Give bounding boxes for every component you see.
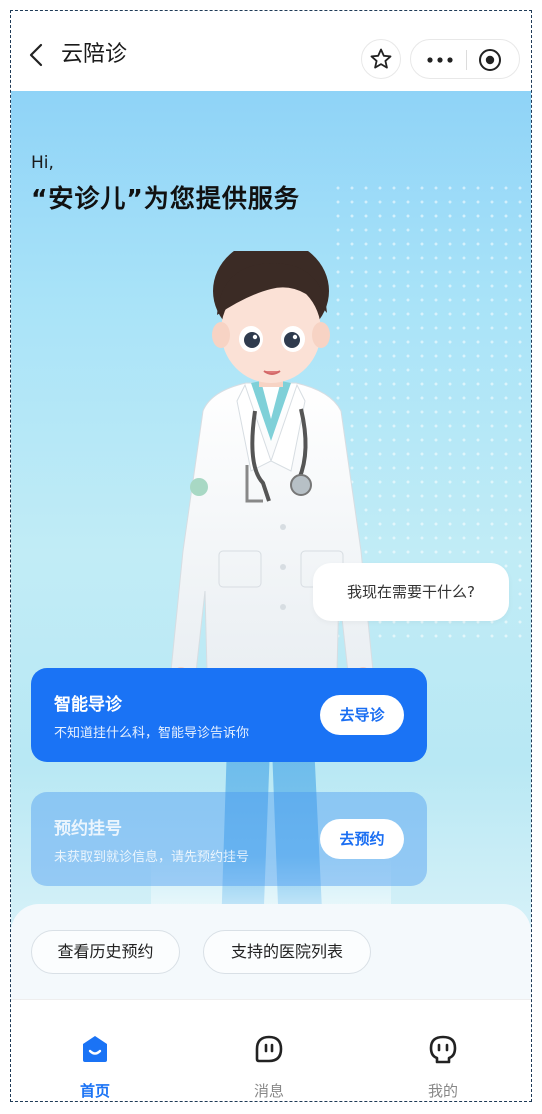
speech-bubble: 我现在需要干什么?	[313, 563, 509, 621]
target-circle-icon[interactable]	[478, 48, 502, 72]
smart-guide-card[interactable]: 智能导诊 不知道挂什么科，智能导诊告诉你 去导诊	[31, 668, 427, 762]
booking-title: 预约挂号	[54, 819, 122, 839]
greeting-headline: “安诊儿”为您提供服务	[31, 184, 300, 213]
page-title: 云陪诊	[61, 42, 128, 67]
history-appointments-button[interactable]: 查看历史预约	[31, 930, 180, 974]
favorite-button[interactable]	[361, 39, 401, 79]
tab-profile[interactable]: 我的	[393, 1000, 493, 1101]
booking-description: 未获取到就诊信息，请先预约挂号	[54, 850, 250, 865]
tab-home-label: 首页	[79, 1082, 110, 1100]
message-face-icon	[255, 1035, 283, 1063]
supported-hospitals-button[interactable]: 支持的医院列表	[203, 930, 371, 974]
navbar: 云陪诊	[11, 11, 531, 91]
capsule-divider	[466, 50, 467, 70]
greeting-hi: Hi,	[31, 153, 54, 173]
tab-home[interactable]: 首页	[45, 1000, 145, 1101]
chevron-left-icon[interactable]	[25, 41, 49, 69]
mini-program-capsule	[410, 39, 520, 79]
more-dots-icon[interactable]	[425, 52, 455, 68]
tab-messages[interactable]: 消息	[219, 1000, 319, 1101]
go-guide-button[interactable]: 去导诊	[320, 695, 404, 735]
quick-links-sheet: 查看历史预约 支持的医院列表	[11, 904, 531, 1014]
smart-guide-description: 不知道挂什么科，智能导诊告诉你	[54, 726, 250, 741]
star-icon	[370, 48, 392, 69]
go-booking-button[interactable]: 去预约	[320, 819, 404, 859]
app-frame: 云陪诊 Hi, “安诊儿”为您提供服务 我现在需要干什么? 智能导诊 不知道挂什…	[10, 10, 532, 1102]
tab-profile-label: 我的	[427, 1082, 458, 1100]
booking-card[interactable]: 预约挂号 未获取到就诊信息，请先预约挂号 去预约	[31, 792, 427, 886]
tab-bar: 首页 消息 我的	[11, 999, 531, 1101]
hero-section: Hi, “安诊儿”为您提供服务 我现在需要干什么? 智能导诊 不知道挂什么科，智…	[11, 91, 531, 931]
home-icon	[83, 1036, 107, 1062]
smart-guide-title: 智能导诊	[54, 695, 122, 715]
tab-messages-label: 消息	[253, 1082, 284, 1100]
profile-face-icon	[429, 1035, 457, 1064]
